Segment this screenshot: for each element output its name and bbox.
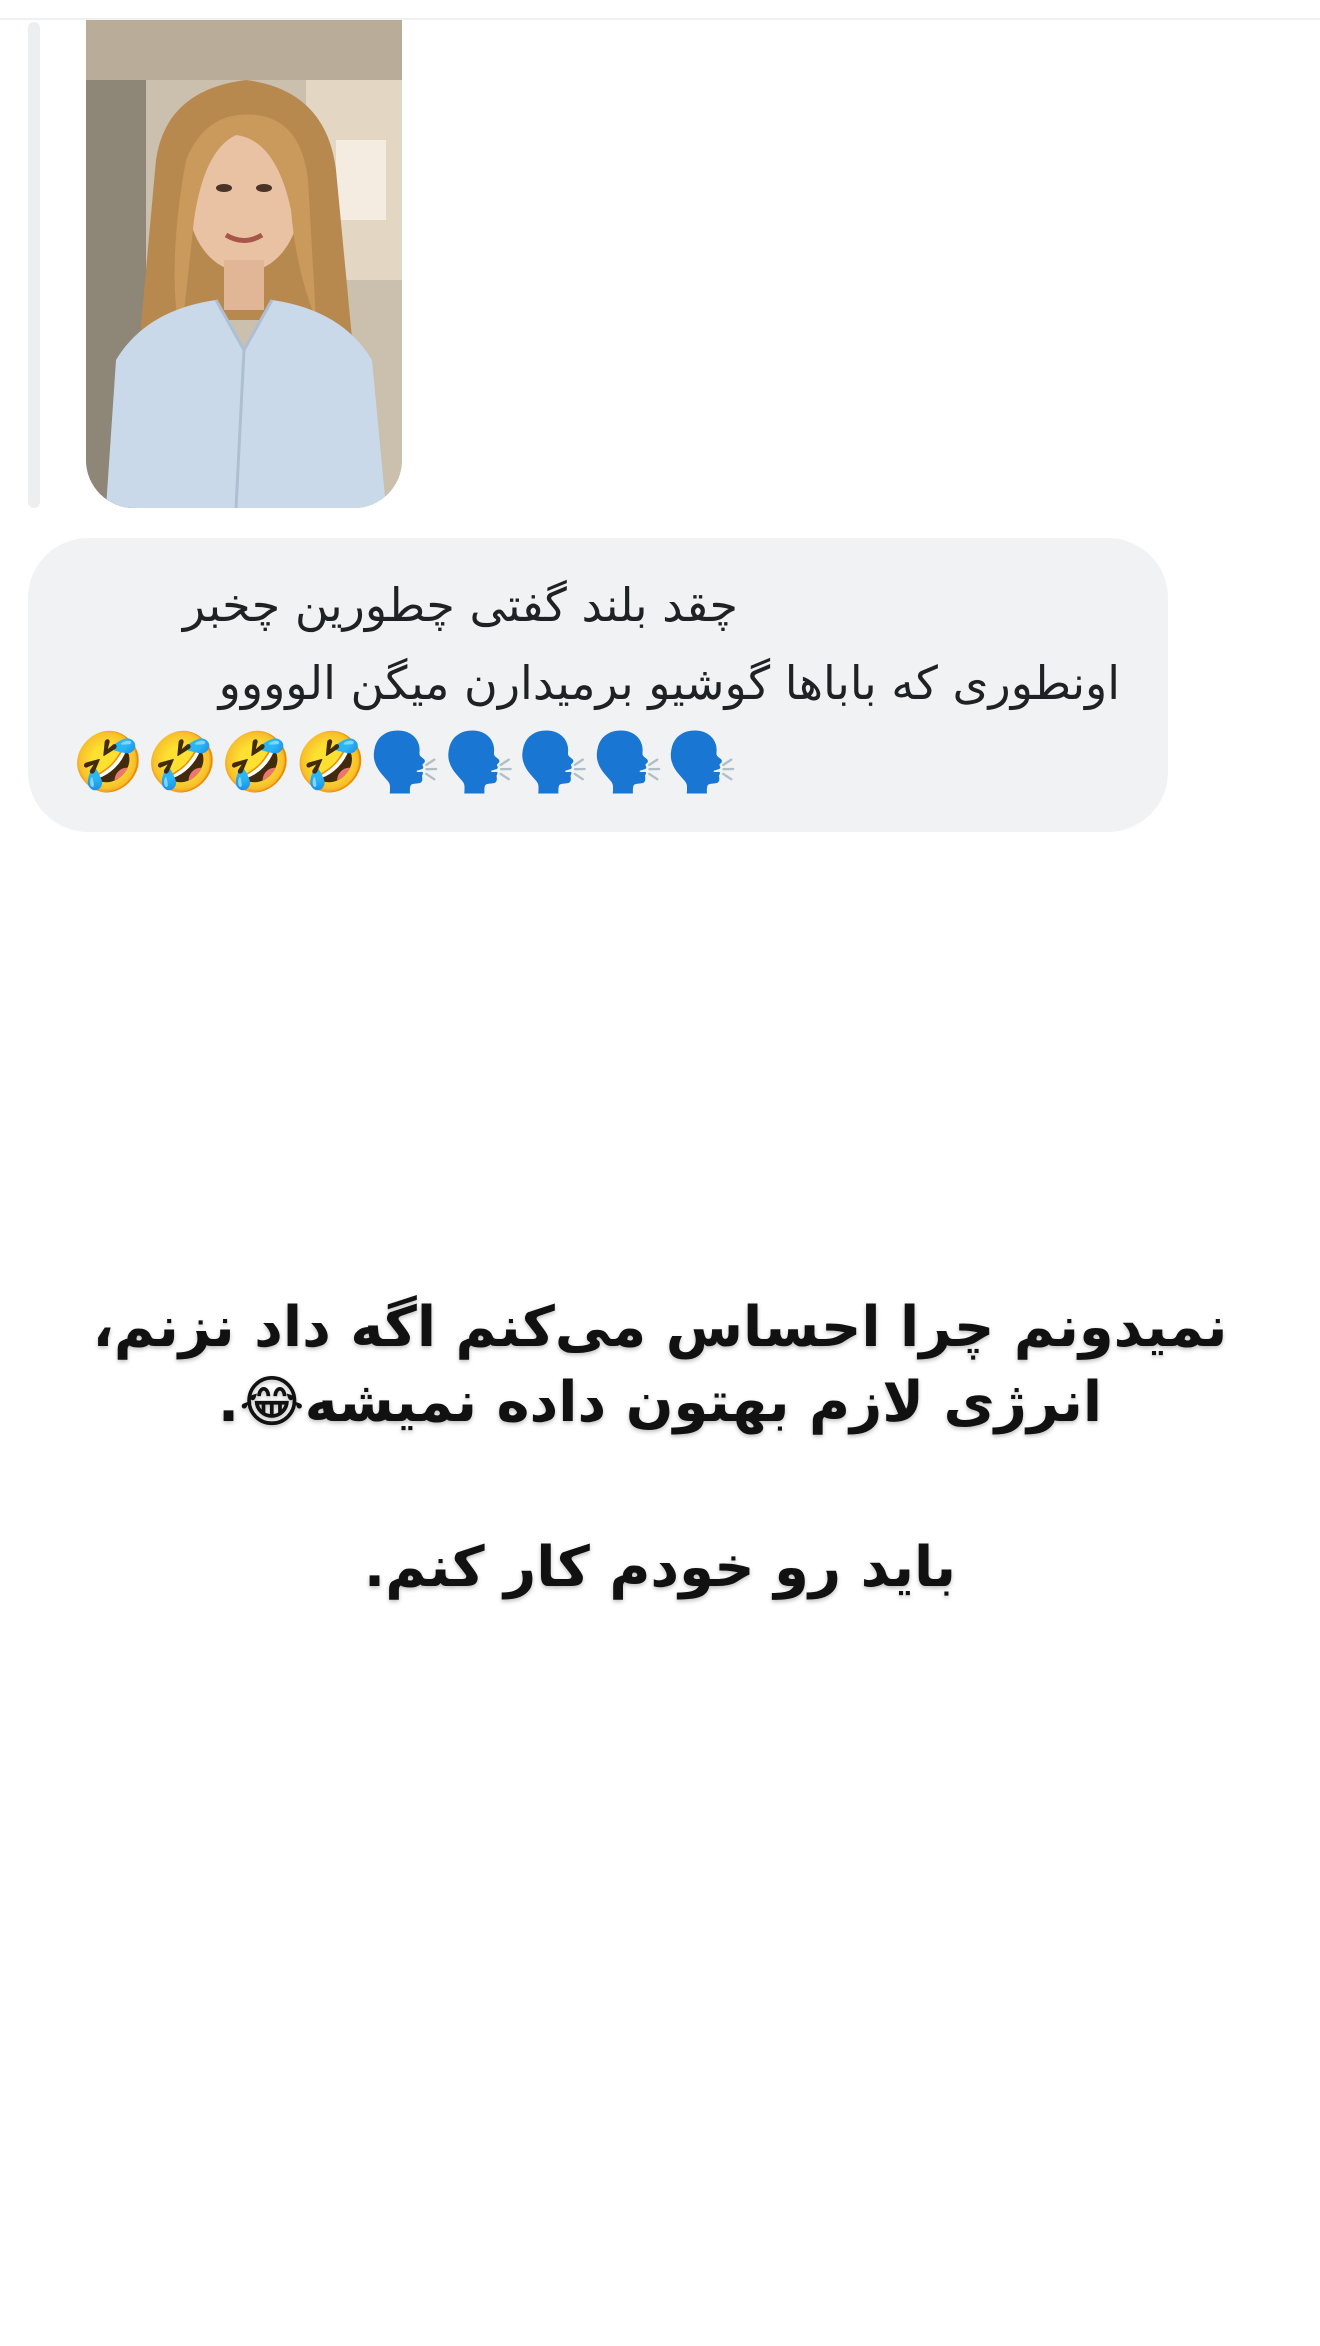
bubble-text-line-2: اونطوری که باباها گوشیو برمیدارن میگن ال… <box>218 656 1120 710</box>
story-caption-line-3: باید رو خودم کار کنم. <box>363 1535 957 1600</box>
bubble-text-line-1: چقد بلند گفتی چطورین چخبر <box>182 578 738 632</box>
portrait-photo-icon <box>86 20 402 508</box>
story-caption-line-1: نمیدونم چرا احساس می‌کنم اگه داد نزنم، <box>92 1295 1228 1360</box>
reply-photo-thumbnail[interactable] <box>86 20 402 508</box>
reply-thread-bar <box>28 22 40 508</box>
story-caption-line-2: انرژی لازم بهتون داده نمیشه😂. <box>217 1370 1103 1435</box>
chat-bubble: چقد بلند گفتی چطورین چخبر اونطوری که باب… <box>28 538 1168 832</box>
bubble-emoji-line: 🤣🤣🤣🤣🗣️🗣️🗣️🗣️🗣️ <box>72 728 740 796</box>
